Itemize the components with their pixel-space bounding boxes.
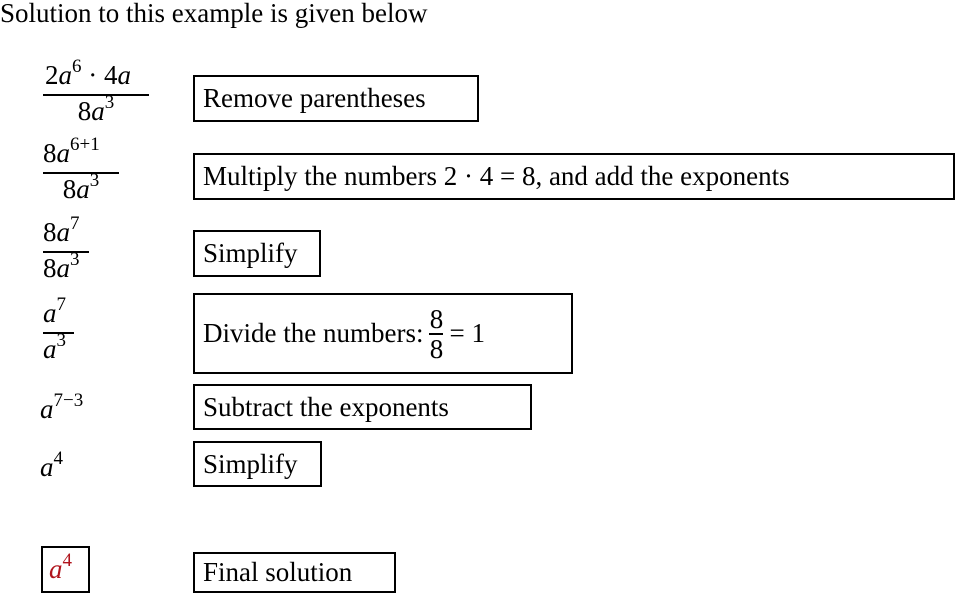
step-5-explanation: Subtract the exponents [193, 384, 532, 430]
step-3-expression: 8a7 8a3 [43, 213, 89, 287]
step-4-explanation: Divide the numbers: 8 8 = 1 [193, 293, 573, 374]
step-1-explanation: Remove parentheses [193, 75, 479, 122]
step-5-expression: a7−3 [40, 390, 84, 424]
step-2-explanation: Multiply the numbers 2 · 4 = 8, and add … [193, 153, 955, 200]
step-6-explanation: Simplify [193, 441, 322, 487]
step-4-expression: a7 a3 [43, 294, 74, 368]
final-answer: a4 [41, 546, 90, 593]
final-explanation: Final solution [193, 552, 396, 593]
step-6-expression: a4 [40, 448, 63, 482]
step-2-expression: 8a6+1 8a3 [43, 134, 119, 208]
step-1-expression: 2a6 · 4a 8a3 [43, 56, 149, 130]
inline-fraction: 8 8 [429, 303, 444, 364]
step-3-explanation: Simplify [193, 230, 321, 277]
intro-text: Solution to this example is given below [0, 0, 428, 28]
